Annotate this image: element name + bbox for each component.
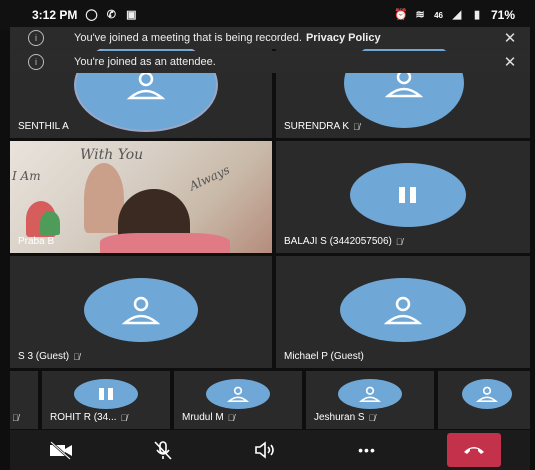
status-time: 3:12 PM	[32, 8, 78, 22]
person-icon	[227, 386, 249, 402]
alarm-icon: ⏰	[394, 9, 408, 21]
person-icon	[121, 296, 161, 325]
close-icon[interactable]: ✕	[500, 53, 520, 71]
more-icon: •••	[358, 442, 376, 458]
avatar	[206, 379, 270, 409]
avatar	[74, 379, 138, 409]
avatar	[350, 163, 466, 227]
participant-name: SENTHIL A	[18, 121, 69, 132]
mic-muted-icon: 🎙̸	[12, 413, 19, 423]
battery-level: 71%	[490, 8, 515, 22]
speaker-button[interactable]	[243, 435, 287, 465]
info-icon: i	[28, 30, 44, 46]
mic-off-icon	[154, 441, 172, 460]
call-toolbar: •••	[10, 430, 530, 470]
strip-tile[interactable]: ROHIT R (34... 🎙̸	[42, 371, 170, 429]
camera-toggle-button[interactable]	[39, 435, 83, 465]
participant-name: Jeshuran S 🎙̸	[314, 412, 376, 423]
vibrate-icon: ≋	[415, 9, 425, 21]
pause-icon	[99, 388, 113, 400]
mic-muted-icon: 🎙̸	[395, 236, 403, 247]
participant-name: BALAJI S (3442057506) 🎙̸	[284, 236, 403, 247]
whatsapp-icon: ◯	[85, 9, 98, 21]
person-icon	[126, 71, 166, 100]
phone-icon: ✆	[106, 9, 116, 21]
avatar	[84, 278, 198, 342]
attendee-banner: i You're joined as an attendee. ✕	[10, 51, 530, 73]
person-icon	[383, 296, 423, 325]
video-off-icon	[50, 441, 72, 460]
hang-up-button[interactable]	[447, 433, 501, 467]
mic-muted-icon: 🎙̸	[368, 412, 376, 423]
participant-name: Praba B	[18, 236, 55, 247]
participant-name: S 3 (Guest) 🎙̸	[18, 351, 80, 362]
participant-name: 🎙̸	[12, 413, 19, 423]
participant-tile[interactable]: Michael P (Guest)	[276, 256, 530, 368]
speaker-icon	[255, 441, 274, 459]
more-options-button[interactable]: •••	[345, 435, 389, 465]
status-bar: 3:12 PM ◯ ✆ ▣ ⏰ ≋ 46 ◢ ▮ 71%	[0, 0, 535, 30]
strip-tile[interactable]: Mrudul M 🎙̸	[174, 371, 302, 429]
participant-name: SURENDRA K 🎙̸	[284, 121, 360, 132]
mic-muted-icon: 🎙̸	[353, 121, 360, 132]
mic-muted-icon: 🎙̸	[73, 351, 80, 362]
balloon	[40, 211, 60, 235]
participant-video-tile[interactable]: With You I Am Always Praba B	[10, 141, 272, 253]
participant-tile[interactable]: BALAJI S (3442057506) 🎙̸	[276, 141, 530, 253]
app-icon: ▣	[126, 9, 137, 21]
participant-name: ROHIT R (34... 🎙̸	[50, 412, 128, 423]
person-icon	[359, 386, 381, 402]
strip-tile[interactable]	[438, 371, 530, 429]
signal-icon: ◢	[452, 9, 462, 21]
info-icon: i	[28, 54, 44, 70]
strip-tile[interactable]: 🎙̸	[10, 371, 38, 429]
person-icon	[476, 386, 498, 402]
wall-text: With You	[80, 147, 144, 163]
battery-icon: ▮	[473, 9, 480, 21]
participant-name: Mrudul M 🎙̸	[182, 412, 235, 423]
avatar	[462, 379, 512, 409]
avatar	[338, 379, 402, 409]
participant-name: Michael P (Guest)	[284, 351, 364, 362]
shirt	[100, 233, 230, 253]
mic-muted-icon: 🎙̸	[227, 412, 235, 423]
recording-banner: i You've joined a meeting that is being …	[10, 27, 530, 49]
hang-up-icon	[464, 447, 484, 454]
pause-icon	[399, 187, 416, 203]
close-icon[interactable]: ✕	[500, 29, 520, 47]
privacy-policy-link[interactable]: Privacy Policy	[306, 32, 381, 44]
mic-toggle-button[interactable]	[141, 435, 185, 465]
wall-text: I Am	[12, 169, 41, 183]
strip-tile[interactable]: Jeshuran S 🎙̸	[306, 371, 434, 429]
participant-tile[interactable]: S 3 (Guest) 🎙̸	[10, 256, 272, 368]
banner-text: You're joined as an attendee.	[74, 56, 216, 68]
mic-muted-icon: 🎙̸	[120, 412, 128, 423]
signal-label: 46	[434, 10, 443, 20]
avatar	[340, 278, 466, 342]
banner-text: You've joined a meeting that is being re…	[74, 32, 302, 44]
